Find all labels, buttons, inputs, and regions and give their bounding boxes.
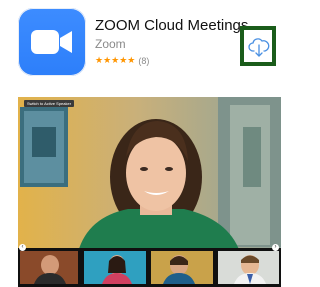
app-title: ZOOM Cloud Meetings xyxy=(95,17,249,34)
chevron-left-icon: ‹ xyxy=(21,244,24,250)
participant-thumbnails xyxy=(18,248,281,287)
zoom-video-camera-icon xyxy=(31,30,72,54)
participant-thumbnail[interactable] xyxy=(218,251,279,284)
next-arrow-button[interactable]: › xyxy=(272,244,279,251)
rating-count: (8) xyxy=(138,55,150,66)
rating-row: ★★★★★ (8) xyxy=(95,55,149,66)
participant-thumbnail[interactable] xyxy=(151,251,213,284)
participant-thumbnail[interactable] xyxy=(20,251,78,284)
previous-arrow-button[interactable]: ‹ xyxy=(19,244,26,251)
chevron-right-icon: › xyxy=(274,244,277,250)
switch-speaker-label[interactable]: Switch to Active Speaker xyxy=(24,100,75,107)
download-button[interactable] xyxy=(240,26,276,66)
app-screenshot[interactable]: Switch to Active Speaker ‹ › xyxy=(18,97,281,287)
app-developer[interactable]: Zoom xyxy=(95,37,126,51)
rating-stars: ★★★★★ xyxy=(95,55,136,65)
app-icon xyxy=(18,8,86,76)
cloud-download-icon xyxy=(248,38,270,57)
participant-thumbnail[interactable] xyxy=(84,251,146,284)
